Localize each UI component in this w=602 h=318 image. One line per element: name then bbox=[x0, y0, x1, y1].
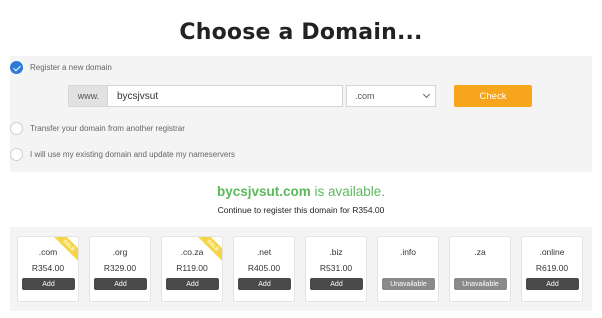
tld-select[interactable]: .com bbox=[346, 85, 436, 107]
availability-message: bycsjvsut.com is available. bbox=[0, 184, 602, 199]
tld-card-biz: .biz R531.00 Add bbox=[305, 236, 367, 302]
add-button[interactable]: Add bbox=[22, 278, 75, 290]
tld-card-org: .org R329.00 Add bbox=[89, 236, 151, 302]
add-button[interactable]: Add bbox=[94, 278, 147, 290]
tld-name: .info bbox=[399, 247, 417, 257]
tld-price: R329.00 bbox=[103, 263, 137, 273]
option-label: Register a new domain bbox=[30, 63, 112, 72]
radio-unchecked-icon[interactable] bbox=[10, 122, 23, 135]
tld-name: .net bbox=[256, 247, 272, 257]
tld-price: R405.00 bbox=[247, 263, 281, 273]
add-button[interactable]: Add bbox=[166, 278, 219, 290]
option-label: I will use my existing domain and update… bbox=[30, 150, 235, 159]
tld-name: .co.za bbox=[180, 247, 204, 257]
option-register-new[interactable]: Register a new domain bbox=[10, 61, 112, 74]
tld-name: .org bbox=[112, 247, 128, 257]
tld-name: .za bbox=[474, 247, 486, 257]
tld-price: R354.00 bbox=[31, 263, 65, 273]
tld-price: R531.00 bbox=[319, 263, 353, 273]
tld-card-info: .info Unavailable bbox=[377, 236, 439, 302]
option-label: Transfer your domain from another regist… bbox=[30, 124, 185, 133]
tld-price: R119.00 bbox=[176, 263, 208, 273]
tld-card-co-za: SALE .co.za R119.00 Add bbox=[161, 236, 223, 302]
tld-name: .online bbox=[539, 247, 565, 257]
tld-name: .biz bbox=[329, 247, 343, 257]
radio-checked-icon[interactable] bbox=[10, 61, 23, 74]
tld-price: R619.00 bbox=[535, 263, 569, 273]
page-title: Choose a Domain... bbox=[179, 20, 423, 45]
add-button[interactable]: Add bbox=[310, 278, 363, 290]
tld-name: .com bbox=[38, 247, 58, 257]
add-button[interactable]: Add bbox=[526, 278, 579, 290]
availability-subtext: Continue to register this domain for R35… bbox=[217, 205, 385, 215]
add-button[interactable]: Add bbox=[238, 278, 291, 290]
domain-search-input[interactable]: bycsjvsut bbox=[107, 85, 343, 107]
tld-select-value: .com bbox=[355, 91, 375, 101]
unavailable-button: Unavailable bbox=[382, 278, 435, 290]
www-prefix: www. bbox=[68, 85, 108, 107]
tld-card-net: .net R405.00 Add bbox=[233, 236, 295, 302]
chevron-down-icon bbox=[422, 90, 431, 99]
tld-card-za: .za Unavailable bbox=[449, 236, 511, 302]
check-button[interactable]: Check bbox=[454, 85, 532, 107]
unavailable-button: Unavailable bbox=[454, 278, 507, 290]
option-existing-domain[interactable]: I will use my existing domain and update… bbox=[10, 148, 235, 161]
tld-card-online: .online R619.00 Add bbox=[521, 236, 583, 302]
availability-status: is available. bbox=[310, 184, 386, 199]
radio-unchecked-icon[interactable] bbox=[10, 148, 23, 161]
tld-card-com: SALE .com R354.00 Add bbox=[17, 236, 79, 302]
available-domain: bycsjvsut.com bbox=[216, 184, 311, 199]
option-transfer[interactable]: Transfer your domain from another regist… bbox=[10, 122, 185, 135]
